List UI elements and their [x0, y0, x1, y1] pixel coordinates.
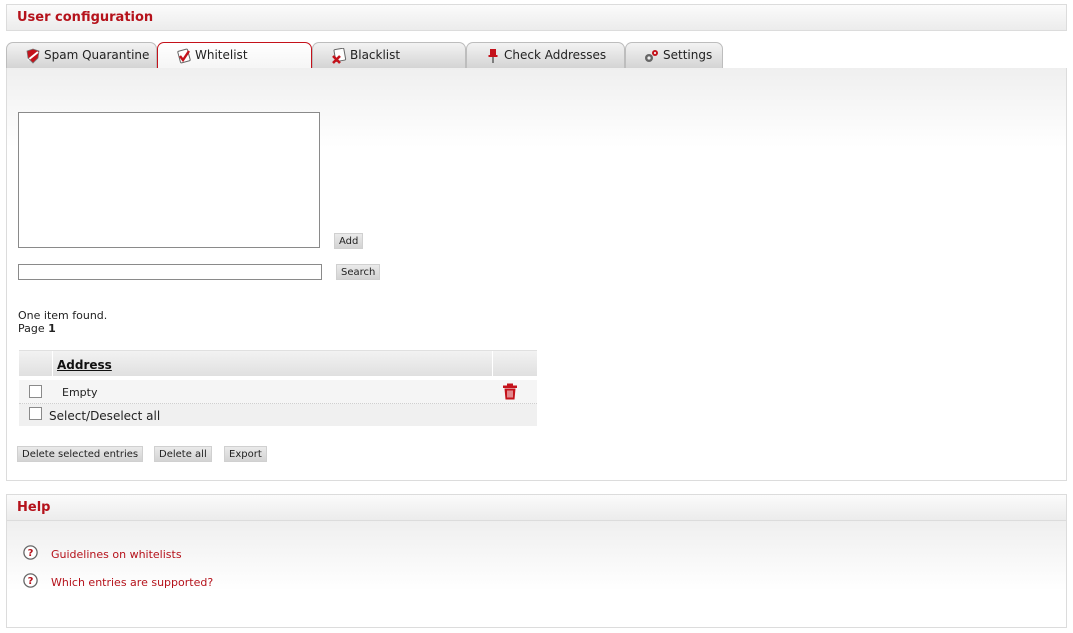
pin-icon — [488, 49, 498, 63]
tab-blacklist[interactable]: Blacklist — [312, 42, 466, 68]
help-link-guidelines[interactable]: Guidelines on whitelists — [51, 548, 182, 561]
results-info: One item found. Page 1 — [18, 309, 107, 335]
gears-icon — [645, 50, 658, 62]
add-button[interactable]: Add — [334, 233, 364, 249]
add-addresses-textarea[interactable] — [18, 112, 320, 248]
user-configuration-header: User configuration — [6, 4, 1067, 31]
tab-check-addresses[interactable]: Check Addresses — [466, 42, 625, 68]
whitelist-check-icon — [177, 48, 191, 64]
help-title: Help — [17, 500, 51, 515]
tab-label: Blacklist — [350, 48, 401, 62]
page-indicator: Page 1 — [18, 322, 107, 335]
shield-icon — [26, 48, 40, 64]
column-divider — [492, 351, 493, 377]
address-column-header[interactable]: Address — [57, 358, 112, 372]
tab-label: Whitelist — [195, 48, 248, 62]
tab-settings[interactable]: Settings — [625, 42, 723, 68]
row-checkbox[interactable] — [29, 385, 42, 398]
select-all-row: Select/Deselect all — [19, 404, 537, 426]
blacklist-x-icon — [332, 48, 347, 64]
tab-label: Settings — [663, 48, 713, 62]
delete-all-button[interactable]: Delete all — [154, 446, 212, 462]
delete-selected-button[interactable]: Delete selected entries — [17, 446, 144, 462]
select-all-label: Select/Deselect all — [49, 409, 161, 423]
svg-text:?: ? — [28, 576, 34, 587]
question-icon: ? — [23, 545, 38, 560]
column-divider — [52, 351, 53, 377]
whitelist-panel: Add Search One item found. Page 1 Addres… — [6, 68, 1067, 481]
table-row: Empty — [19, 380, 537, 404]
tab-spam-quarantine[interactable]: Spam Quarantine — [6, 42, 157, 68]
svg-text:?: ? — [28, 548, 34, 559]
results-count: One item found. — [18, 309, 108, 322]
help-link-supported-entries[interactable]: Which entries are supported? — [51, 576, 213, 589]
export-button[interactable]: Export — [224, 446, 267, 462]
search-button[interactable]: Search — [336, 264, 381, 280]
address-cell: Empty — [62, 386, 98, 399]
trash-icon[interactable] — [502, 383, 518, 400]
page-label: Page — [18, 322, 45, 335]
page-number: 1 — [48, 322, 56, 335]
whitelist-table: Address Empty Select/Deselect all — [19, 350, 537, 426]
table-header: Address — [19, 350, 537, 377]
help-panel: ? Guidelines on whitelists ? Which entri… — [6, 521, 1067, 628]
question-icon: ? — [23, 573, 38, 588]
tab-label: Spam Quarantine — [44, 48, 150, 62]
help-header: Help — [6, 494, 1067, 521]
search-input[interactable] — [18, 264, 322, 280]
tab-whitelist[interactable]: Whitelist — [157, 42, 312, 69]
select-all-checkbox[interactable] — [29, 407, 42, 420]
tab-label: Check Addresses — [504, 48, 607, 62]
page-title: User configuration — [17, 10, 154, 25]
